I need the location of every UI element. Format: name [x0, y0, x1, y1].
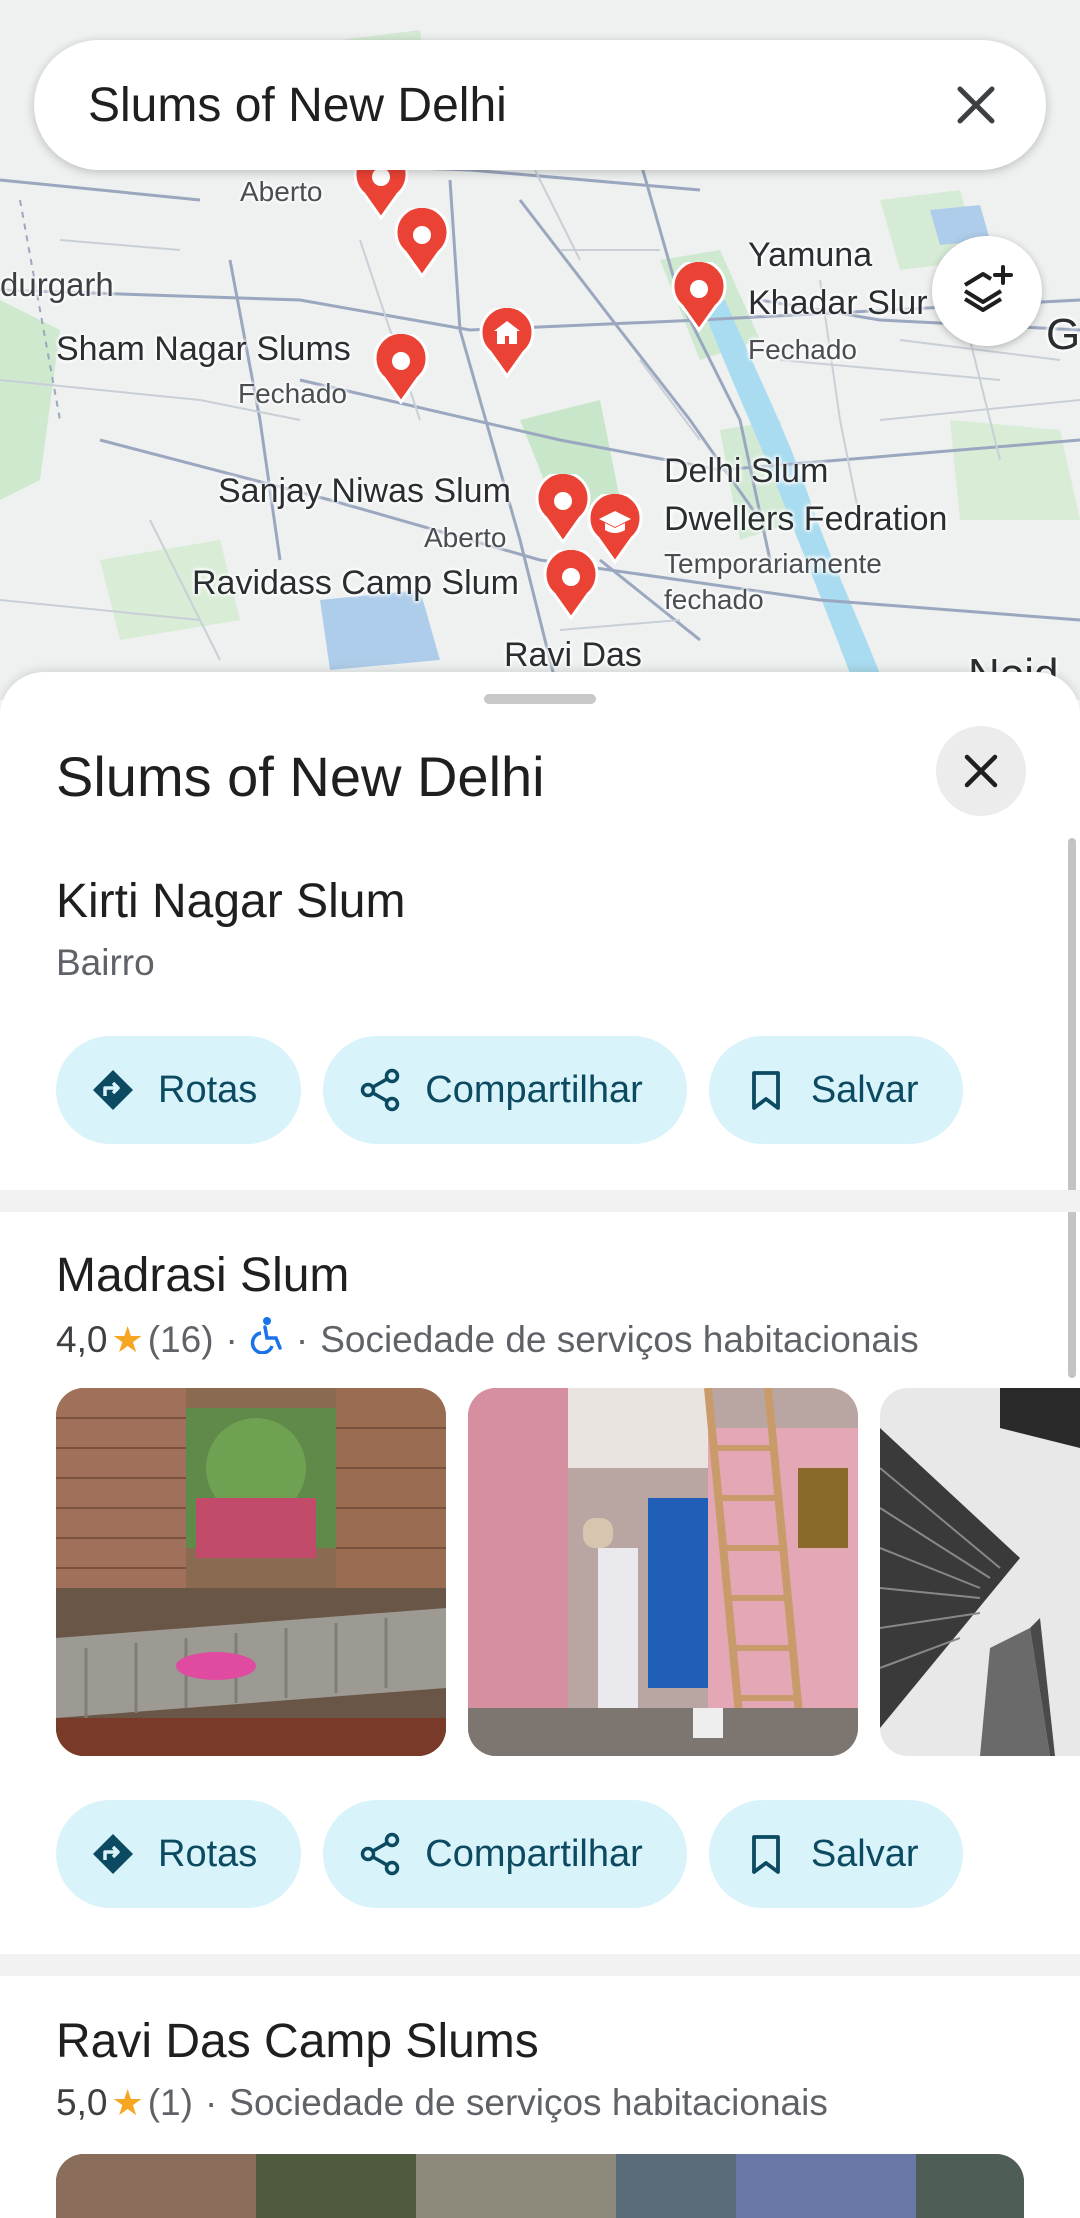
close-sheet-button[interactable] [936, 726, 1026, 816]
result-category: Sociedade de serviços habitacionais [320, 1318, 919, 1360]
divider [0, 1190, 1080, 1212]
result-meta: 5,0 ★ (1) · Sociedade de serviços habita… [56, 2082, 828, 2124]
result-name[interactable]: Ravi Das Camp Slums [56, 2014, 539, 2069]
layers-button[interactable] [932, 236, 1042, 346]
share-icon [357, 1831, 403, 1877]
result-meta: 4,0 ★ (16) · · Sociedade de serviços hab… [56, 1316, 919, 1363]
review-count: (1) [147, 2082, 193, 2123]
directions-icon [90, 1831, 136, 1877]
clear-search-icon[interactable] [946, 75, 1006, 135]
share-button[interactable]: Compartilhar [323, 1800, 687, 1908]
save-button[interactable]: Salvar [708, 1800, 963, 1908]
star-icon: ★ [111, 2082, 144, 2123]
map-label-place: Khadar Slur [748, 284, 928, 322]
results-sheet[interactable]: Slums of New Delhi Kirti Nagar Slum Bair… [0, 672, 1080, 2218]
divider [0, 1954, 1080, 1976]
separator: · [204, 2082, 218, 2123]
map-pin[interactable] [670, 262, 728, 332]
directions-button[interactable]: Rotas [56, 1800, 302, 1908]
search-query[interactable]: Slums of New Delhi [88, 78, 946, 133]
map-label-place: Sanjay Niwas Slum [218, 472, 511, 510]
housing-pin-icon[interactable] [478, 308, 536, 378]
map-label-status: Fechado [748, 334, 857, 365]
share-button[interactable]: Compartilhar [323, 1036, 687, 1144]
drag-handle[interactable] [484, 694, 596, 704]
layers-icon [963, 265, 1013, 312]
bookmark-icon [743, 1831, 789, 1877]
rating-value: 4,0 [56, 1318, 108, 1360]
map-label-place: Ravidass Camp Slum [192, 564, 519, 602]
map-label-place: Dwellers Fedration [664, 500, 948, 538]
directions-label: Rotas [158, 1832, 258, 1875]
map-view[interactable]: Aberto durgarh Sham Nagar Slums Fechado … [0, 0, 1080, 700]
sheet-title: Slums of New Delhi [56, 745, 545, 808]
result-name[interactable]: Madrasi Slum [56, 1248, 349, 1303]
separator: · [225, 1318, 238, 1360]
bookmark-icon [743, 1067, 789, 1113]
review-count: (16) [147, 1318, 214, 1360]
photo-thumbnail[interactable] [880, 1388, 1080, 1756]
photo-thumbnail[interactable] [56, 2154, 1024, 2218]
map-label-place: Sham Nagar Slums [56, 330, 351, 368]
photo-carousel[interactable] [56, 1388, 1080, 1756]
directions-icon [90, 1067, 136, 1113]
map-label-place: Yamuna [748, 236, 873, 274]
directions-label: Rotas [158, 1068, 258, 1111]
map-pin[interactable] [372, 334, 430, 404]
map-pin[interactable] [542, 550, 600, 620]
save-label: Salvar [810, 1068, 919, 1111]
map-pin[interactable] [393, 208, 451, 278]
map-label-place: Ravi Das [504, 636, 642, 674]
search-bar[interactable]: Slums of New Delhi [34, 40, 1046, 170]
share-icon [357, 1067, 403, 1113]
wheelchair-icon [250, 1316, 284, 1363]
map-label-status: Temporariamente [664, 548, 882, 579]
photo-thumbnail[interactable] [468, 1388, 858, 1756]
map-pin[interactable] [534, 474, 592, 544]
save-button[interactable]: Salvar [708, 1036, 963, 1144]
map-label-place: G [1046, 310, 1080, 359]
close-icon [964, 754, 998, 788]
separator: · [295, 1318, 309, 1360]
directions-button[interactable]: Rotas [56, 1036, 302, 1144]
rating-value: 5,0 [56, 2082, 108, 2123]
map-label-status: fechado [664, 584, 764, 615]
map-label-status: Aberto [424, 522, 507, 553]
result-name[interactable]: Kirti Nagar Slum [56, 874, 405, 929]
result-category: Bairro [56, 942, 155, 983]
result-category: Sociedade de serviços habitacionais [229, 2082, 828, 2123]
share-label: Compartilhar [425, 1832, 643, 1875]
map-label-place: Delhi Slum [664, 452, 829, 490]
map-label-place: durgarh [0, 266, 114, 303]
map-label-status: Aberto [240, 176, 323, 207]
scrollbar[interactable] [1068, 838, 1076, 1378]
star-icon: ★ [111, 1318, 144, 1360]
photo-thumbnail[interactable] [56, 1388, 446, 1756]
save-label: Salvar [810, 1832, 919, 1875]
map-label-status: Fechado [238, 378, 347, 409]
share-label: Compartilhar [425, 1068, 643, 1111]
